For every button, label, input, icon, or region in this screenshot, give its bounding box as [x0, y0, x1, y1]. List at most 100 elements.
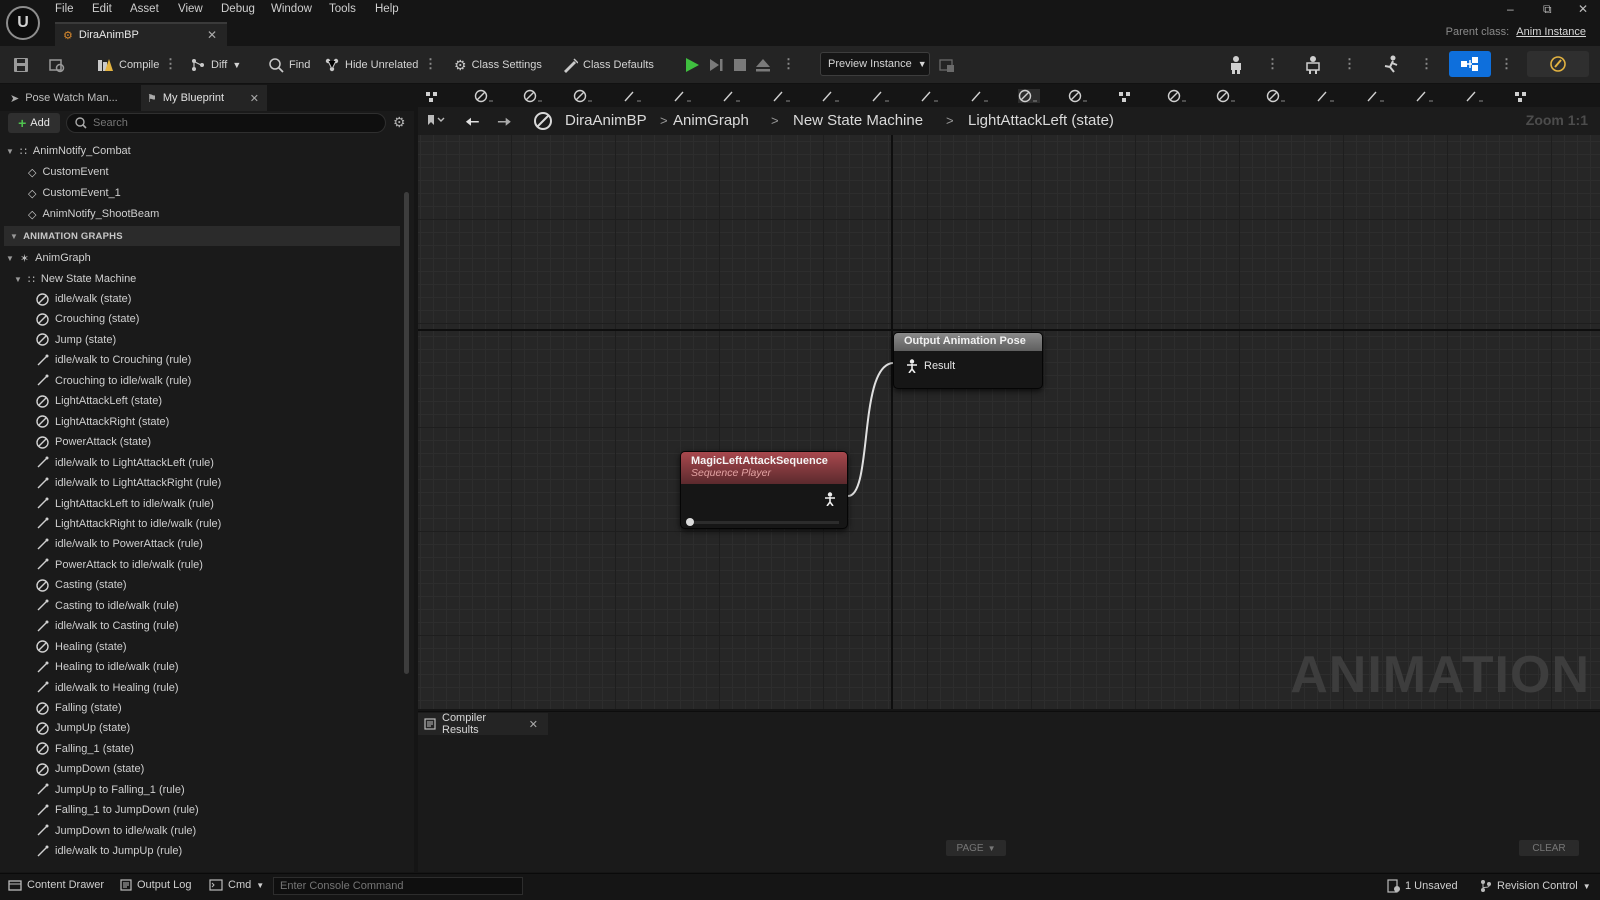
left-panel-scrollbar[interactable] — [404, 192, 409, 674]
mesh-options-icon[interactable]: ⋮ — [1343, 56, 1356, 72]
section-header-animation-graphs[interactable]: ▼ ANIMATION GRAPHS — [4, 226, 400, 246]
settings-gear-icon[interactable]: ⚙ — [393, 114, 406, 131]
physics-mode-button[interactable] — [1527, 51, 1589, 77]
cmd-dropdown[interactable]: Cmd ▼ — [209, 879, 264, 891]
tree-item-rule[interactable]: Healing to idle/walk (rule) — [36, 657, 179, 677]
graph-tab-rule-icon[interactable] — [820, 89, 842, 103]
revision-control-button[interactable]: Revision Control ▼ — [1480, 879, 1591, 893]
step-icon[interactable] — [707, 56, 725, 74]
graph-tab-rule-icon[interactable] — [672, 89, 694, 103]
menu-tools[interactable]: Tools — [329, 3, 356, 15]
tree-item-rule[interactable]: LightAttackRight to idle/walk (rule) — [36, 514, 221, 534]
hide-unrelated-options-icon[interactable]: ⋮ — [424, 56, 437, 72]
menu-help[interactable]: Help — [375, 3, 399, 15]
tab-my-blueprint[interactable]: ⚑ My Blueprint ✕ — [141, 85, 267, 111]
restore-icon[interactable]: ⧉ — [1543, 2, 1552, 17]
menu-window[interactable]: Window — [271, 3, 312, 15]
graph-tab-rule-icon[interactable] — [969, 89, 991, 103]
tree-item-state[interactable]: Jump (state) — [36, 330, 116, 350]
tree-item-rule[interactable]: idle/walk to PowerAttack (rule) — [36, 534, 203, 554]
unsaved-indicator[interactable]: 1 Unsaved — [1386, 879, 1458, 893]
graph-tab-rule-icon[interactable] — [919, 89, 941, 103]
debug-filter-icon[interactable] — [938, 56, 956, 74]
graph-tab-rule-icon[interactable] — [622, 89, 644, 103]
menu-view[interactable]: View — [178, 3, 203, 15]
tree-item-state[interactable]: Casting (state) — [36, 575, 127, 595]
bookmark-icon[interactable] — [426, 113, 446, 127]
tree-item-rule[interactable]: Casting to idle/walk (rule) — [36, 596, 179, 616]
animation-mode-icon[interactable] — [1381, 55, 1399, 73]
graph-tab-state-icon[interactable] — [1018, 89, 1040, 103]
tree-item-rule[interactable]: idle/walk to LightAttackLeft (rule) — [36, 453, 214, 473]
mesh-mode-icon[interactable] — [1303, 55, 1321, 74]
output-animation-pose-node[interactable]: Output Animation Pose Result — [893, 332, 1043, 389]
tree-item-rule[interactable]: Crouching to idle/walk (rule) — [36, 371, 191, 391]
tree-item-state[interactable]: LightAttackLeft (state) — [36, 391, 162, 411]
breadcrumb-state-machine[interactable]: New State Machine — [793, 112, 923, 129]
tree-group-anim-notify[interactable]: ▼ ∷ AnimNotify_Combat — [6, 141, 131, 161]
page-button[interactable]: PAGE ▼ — [946, 840, 1006, 856]
clear-button[interactable]: CLEAR — [1519, 840, 1579, 856]
tree-item-rule[interactable]: idle/walk to JumpUp (rule) — [36, 841, 182, 861]
graph-tab-rule-icon[interactable] — [870, 89, 892, 103]
add-button[interactable]: + Add — [8, 113, 60, 133]
animation-options-icon[interactable]: ⋮ — [1420, 56, 1433, 72]
breadcrumb-blueprint[interactable]: DiraAnimBP — [565, 112, 647, 129]
save-icon[interactable] — [12, 56, 30, 74]
tree-item-rule[interactable]: idle/walk to LightAttackRight (rule) — [36, 473, 221, 493]
graph-tab-rule-icon[interactable] — [1315, 89, 1337, 103]
close-window-icon[interactable]: ✕ — [1578, 2, 1588, 16]
graph-tab-rule-icon[interactable] — [1365, 89, 1387, 103]
stop-icon[interactable] — [731, 56, 749, 74]
tree-item-rule[interactable]: PowerAttack to idle/walk (rule) — [36, 555, 203, 575]
graph-tab-rule-icon[interactable] — [1414, 89, 1436, 103]
breadcrumb-current-state[interactable]: LightAttackLeft (state) — [968, 112, 1114, 129]
tab-pose-watch[interactable]: ➤ Pose Watch Man... — [6, 85, 141, 111]
document-tab[interactable]: ⚙ DiraAnimBP ✕ — [55, 22, 227, 46]
graph-tab-state-machine-icon[interactable] — [1117, 89, 1139, 103]
graph-tab-state-icon[interactable] — [523, 89, 545, 103]
skeleton-options-icon[interactable]: ⋮ — [1266, 56, 1279, 72]
graph-tab-state-icon[interactable] — [1068, 89, 1090, 103]
eject-icon[interactable] — [754, 56, 772, 74]
search-input[interactable] — [93, 117, 373, 129]
tree-item-rule[interactable]: idle/walk to Casting (rule) — [36, 616, 179, 636]
graph-tab-state-icon[interactable] — [1266, 89, 1288, 103]
compile-button[interactable]: Compile — [92, 53, 163, 77]
skeleton-mode-icon[interactable] — [1226, 55, 1244, 74]
play-options-icon[interactable]: ⋮ — [782, 56, 795, 72]
menu-asset[interactable]: Asset — [130, 3, 159, 15]
preview-instance-dropdown[interactable]: Preview Instance ▼ — [820, 52, 930, 76]
browse-icon[interactable] — [48, 56, 66, 74]
diff-button[interactable]: Diff ▼ — [186, 53, 245, 77]
output-log-button[interactable]: Output Log — [120, 879, 191, 891]
unreal-logo-icon[interactable]: U — [6, 6, 40, 40]
tree-item-rule[interactable]: idle/walk to Healing (rule) — [36, 678, 179, 698]
blueprint-mode-button[interactable] — [1449, 51, 1491, 77]
graph-tab-state-icon[interactable] — [1216, 89, 1238, 103]
class-defaults-button[interactable]: Class Defaults — [558, 53, 658, 77]
tree-item-state[interactable]: JumpUp (state) — [36, 718, 130, 738]
tree-item-rule[interactable]: JumpUp to Falling_1 (rule) — [36, 780, 185, 800]
hide-unrelated-button[interactable]: Hide Unrelated — [320, 53, 422, 77]
graph-tab-rule-icon[interactable] — [1464, 89, 1486, 103]
tree-item-state[interactable]: PowerAttack (state) — [36, 432, 151, 452]
close-tab-icon[interactable]: ✕ — [250, 92, 259, 105]
tree-item-state[interactable]: JumpDown (state) — [36, 759, 144, 779]
tree-item-state-machine[interactable]: ▼ ∷ New State Machine — [14, 269, 136, 289]
tree-item-state[interactable]: Falling_1 (state) — [36, 739, 134, 759]
graph-tab-state-icon[interactable] — [573, 89, 595, 103]
tree-item-rule[interactable]: Falling_1 to JumpDown (rule) — [36, 800, 199, 820]
console-command-input[interactable] — [273, 877, 523, 895]
tree-item-rule[interactable]: JumpDown to idle/walk (rule) — [36, 821, 196, 841]
content-drawer-button[interactable]: Content Drawer — [8, 879, 104, 891]
graph-tab-state-icon[interactable] — [474, 89, 496, 103]
playback-progress-knob[interactable] — [686, 518, 694, 526]
tree-item-state[interactable]: Crouching (state) — [36, 309, 139, 329]
tree-item-event[interactable]: ◇ CustomEvent_1 — [28, 183, 121, 203]
graph-tab-state-machine-icon[interactable] — [424, 89, 446, 103]
graph-tab-rule-icon[interactable] — [771, 89, 793, 103]
menu-edit[interactable]: Edit — [92, 3, 112, 15]
tree-item-state[interactable]: idle/walk (state) — [36, 289, 131, 309]
tab-compiler-results[interactable]: Compiler Results ✕ — [418, 712, 548, 736]
